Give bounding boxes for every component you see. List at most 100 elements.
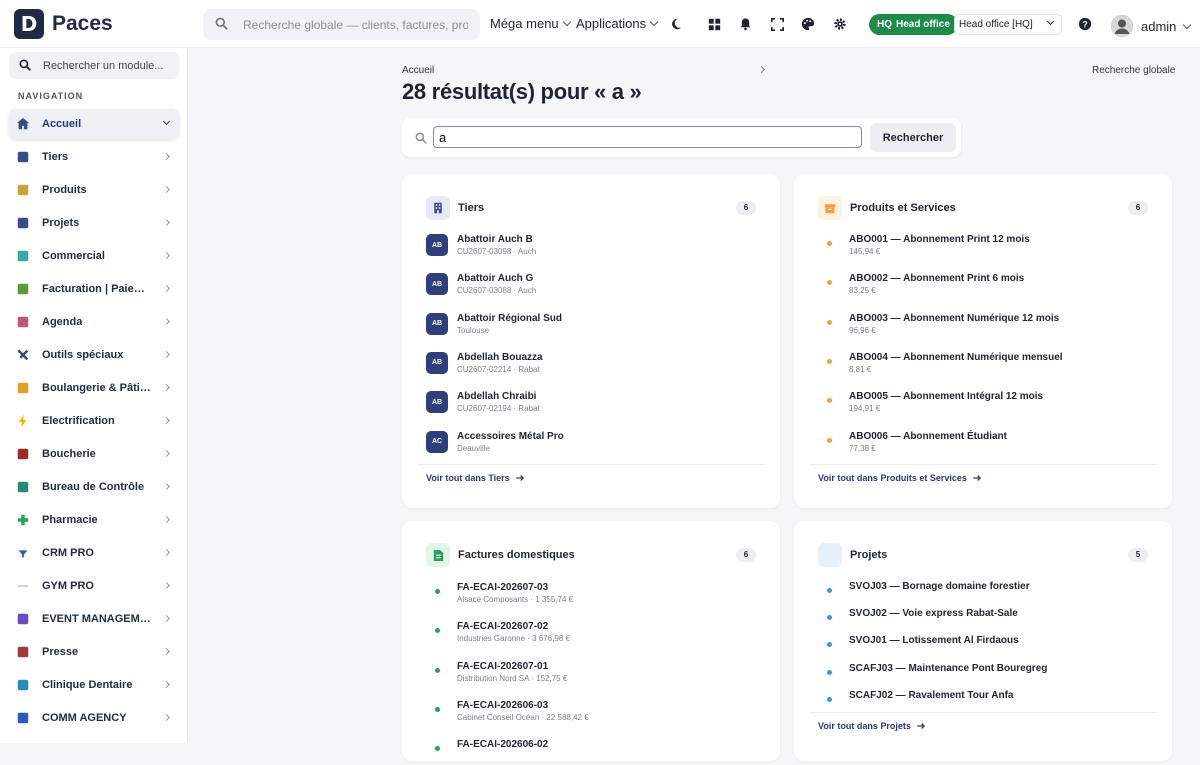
list-item[interactable]: SVOJ03 — Bornage domaine forestier [818, 581, 1148, 597]
card-title: Projets [850, 549, 888, 561]
list-item[interactable]: ABO005 — Abonnement Intégral 12 mois 194,… [818, 391, 1148, 417]
sidebar-item-accueil[interactable]: Accueil [9, 109, 179, 139]
item-title: SCAFJ02 — Ravalement Tour Anfa [849, 689, 1014, 701]
item-subtitle: Alsace Composants · 1 355,74 € [457, 595, 574, 604]
list-item[interactable]: ABO002 — Abonnement Print 6 mois 83,25 € [818, 273, 1148, 299]
sidebar-item-label: CRM PRO [42, 547, 94, 559]
status-dot [827, 615, 832, 621]
sidebar-item-produits[interactable]: Produits [9, 175, 179, 205]
initials-avatar: AB [426, 391, 448, 414]
list-item[interactable]: AB Abattoir Régional Sud Toulouse [426, 312, 756, 339]
sidebar-item-electrification[interactable]: Electrification [9, 406, 179, 436]
breadcrumb[interactable]: Accueil [402, 65, 434, 76]
office-select[interactable]: Head office [HQ] [954, 14, 1062, 35]
item-title: SVOJ01 — Lotissement Al Firdaous [849, 635, 1019, 647]
list-item[interactable]: SCAFJ02 — Ravalement Tour Anfa [818, 690, 1148, 706]
divider [810, 712, 1156, 713]
list-item[interactable]: AB Abattoir Auch G CU2607-03088 · Auch [426, 273, 756, 299]
card-projets: Projets 5 SVOJ03 — Bornage domaine fores… [794, 521, 1172, 761]
chevron-right-icon [162, 350, 171, 359]
list-item[interactable]: SCAFJ03 — Maintenance Pont Bouregreg [818, 663, 1148, 679]
item-subtitle: Deauville [457, 443, 490, 453]
hq-badge-prefix: HQ [877, 19, 892, 30]
module-search[interactable] [9, 52, 179, 79]
view-all-label: Voir tout dans Projets [818, 721, 911, 731]
grid-icon[interactable] [705, 15, 723, 33]
hq-badge-label: Head office [896, 19, 950, 30]
user-menu[interactable]: admin [1111, 15, 1192, 37]
hq-badge[interactable]: HQ Head office [869, 14, 958, 35]
results-search-input[interactable] [433, 126, 862, 148]
sidebar-item-label: Bureau de Contrôle [42, 481, 145, 493]
list-item[interactable]: AB Abattoir Auch B CU2607-03098 · Auch [426, 234, 756, 260]
item-subtitle: Industries Garonne · 3 676,98 € [457, 634, 570, 644]
sidebar-item-event-management[interactable]: EVENT MANAGEMENT [9, 604, 179, 634]
gear-icon[interactable] [831, 15, 849, 33]
initials-avatar: AC [426, 430, 448, 453]
nav-section-label: NAVIGATION [18, 91, 84, 101]
list-item[interactable]: SVOJ02 — Voie express Rabat-Sale [818, 608, 1148, 624]
chevron-right-icon [162, 548, 171, 557]
item-title: FA-ECAI-202607-02 [457, 621, 549, 633]
chevron-down-icon [162, 117, 171, 126]
sidebar-item-projets[interactable]: Projets [9, 208, 179, 238]
sidebar-item-facturation-paiement[interactable]: Facturation | Paiement [9, 274, 179, 304]
sidebar-item-outils-sp-ciaux[interactable]: Outils spéciaux [9, 340, 179, 370]
sidebar: NAVIGATION Accueil Tiers Produits Projets Co… [0, 48, 188, 743]
list-item[interactable]: FA-ECAI-202606-02 [426, 739, 756, 765]
chevron-right-icon [162, 416, 171, 425]
list-item[interactable]: FA-ECAI-202606-03 Cabinet Conseil Océan ·… [426, 700, 756, 726]
mega-menu-button[interactable]: Méga menu [490, 16, 571, 31]
list-item[interactable]: ABO001 — Abonnement Print 12 mois 145,94 … [818, 234, 1148, 260]
chevron-right-icon [162, 680, 171, 689]
sidebar-item-gym-pro[interactable]: GYM PRO [9, 571, 179, 601]
view-all-projets-link[interactable]: Voir tout dans Projets [818, 721, 926, 731]
sidebar-item-crm-pro[interactable]: CRM PRO [9, 538, 179, 568]
sidebar-item-clinique-dentaire[interactable]: Clinique Dentaire [9, 670, 179, 700]
list-item[interactable]: AB Abdellah Bouazza CU2607-02214 · Rabat [426, 351, 756, 378]
home-icon [16, 117, 30, 131]
palette-icon[interactable] [799, 15, 817, 33]
fullscreen-icon[interactable] [768, 15, 786, 33]
list-item[interactable]: ABO003 — Abonnement Numérique 12 mois 96,… [818, 313, 1148, 339]
sidebar-item-comm-agency[interactable]: COMM AGENCY [9, 703, 179, 733]
chevron-right-icon [162, 647, 171, 656]
help-icon[interactable]: ? [1076, 15, 1094, 33]
chevron-right-icon [162, 218, 171, 227]
logo-letter: D [20, 12, 38, 36]
sidebar-item-tiers[interactable]: Tiers [9, 142, 179, 172]
sidebar-item-presse[interactable]: Presse [9, 637, 179, 667]
sidebar-item-commercial[interactable]: Commercial [9, 241, 179, 271]
project-icon [818, 543, 842, 567]
chevron-right-icon [162, 284, 171, 293]
sidebar-item-pharmacie[interactable]: Pharmacie [9, 505, 179, 535]
global-search[interactable] [203, 9, 480, 40]
sidebar-item-boucherie[interactable]: Boucherie [9, 439, 179, 469]
funnel-icon [16, 546, 30, 560]
list-item[interactable]: FA-ECAI-202607-02 Industries Garonne · 3 … [426, 621, 756, 647]
dark-mode-icon[interactable] [667, 15, 685, 33]
item-subtitle: 8,81 € [849, 364, 872, 374]
sidebar-item-boulangerie-p-tisserie[interactable]: Boulangerie & Pâtisserie [9, 373, 179, 403]
sidebar-item-bureau-de-contr-le[interactable]: Bureau de Contrôle [9, 472, 179, 502]
view-all-produits-link[interactable]: Voir tout dans Produits et Services [818, 473, 982, 483]
module-search-input[interactable] [43, 52, 173, 79]
list-item[interactable]: ABO006 — Abonnement Étudiant 77,38 € [818, 431, 1148, 457]
app-logo[interactable]: D [14, 9, 44, 39]
list-item[interactable]: ABO004 — Abonnement Numérique mensuel 8,8… [818, 352, 1148, 378]
list-item[interactable]: FA-ECAI-202607-03 Alsace Composants · 1 3… [426, 582, 756, 608]
view-all-tiers-link[interactable]: Voir tout dans Tiers [426, 473, 525, 483]
global-search-input[interactable] [243, 9, 468, 40]
arrow-right-icon [515, 475, 524, 481]
list-item[interactable]: AB Abdellah Chraibi CU2607-02194 · Rabat [426, 391, 756, 417]
list-item[interactable]: SVOJ01 — Lotissement Al Firdaous [818, 635, 1148, 651]
event-icon [16, 612, 30, 626]
search-button[interactable]: Rechercher [870, 123, 956, 152]
view-all-label: Voir tout dans Tiers [426, 473, 510, 483]
applications-button[interactable]: Applications [576, 16, 659, 31]
item-subtitle: 77,38 € [849, 443, 876, 453]
list-item[interactable]: AC Accessoires Métal Pro Deauville [426, 430, 756, 457]
bell-icon[interactable] [736, 15, 754, 33]
list-item[interactable]: FA-ECAI-202607-01 Distribution Nord SA · … [426, 661, 756, 687]
sidebar-item-agenda[interactable]: Agenda [9, 307, 179, 337]
